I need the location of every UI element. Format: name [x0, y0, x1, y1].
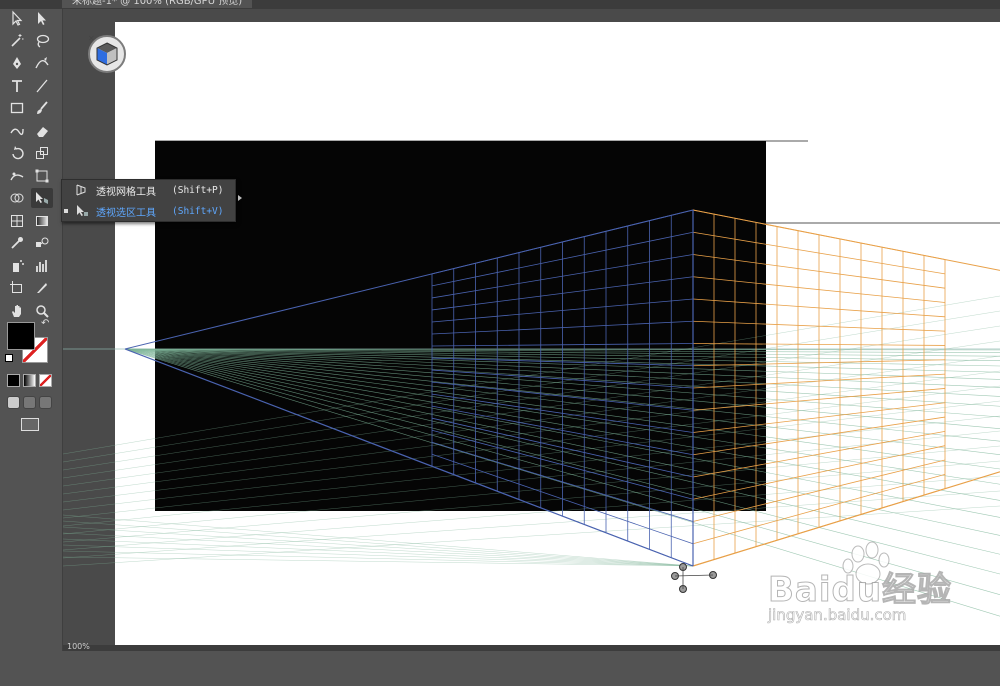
flyout-item-perspective-grid[interactable]: 透视网格工具 (Shift+P)	[62, 180, 235, 200]
black-rectangle[interactable]	[155, 141, 766, 511]
tool-flyout-menu: 透视网格工具 (Shift+P) 透视选区工具 (Shift+V)	[61, 179, 242, 222]
watermark: Baidu经验 jingyan.baidu.com	[767, 540, 1000, 630]
widget-close-icon[interactable]: ✕	[88, 34, 95, 43]
status-bar: 100%	[63, 643, 1000, 651]
perspective-grid-icon	[75, 183, 89, 197]
ground-grid-line	[62, 544, 694, 567]
flyout-item-label: 透视选区工具	[96, 207, 156, 219]
watermark-url: jingyan.baidu.com	[768, 606, 907, 625]
watermark-brand: Baidu经验	[767, 570, 953, 611]
cube-icon	[96, 42, 118, 66]
grid-handle-stem	[674, 574, 714, 577]
flyout-item-shortcut: (Shift+V)	[172, 205, 224, 217]
ground-grid-line	[62, 532, 694, 567]
flyout-tearoff-arrow-icon[interactable]	[238, 195, 242, 201]
stroke-inner	[49, 670, 65, 686]
ground-grid-line	[62, 538, 694, 567]
ground-grid-line	[62, 520, 694, 567]
flyout-item-label: 透视网格工具	[96, 186, 156, 198]
selected-bullet-icon	[64, 209, 68, 213]
perspective-selection-icon	[75, 204, 89, 218]
plane-switching-widget[interactable]: ✕	[88, 34, 126, 73]
flyout-item-shortcut: (Shift+P)	[172, 184, 224, 196]
zoom-level[interactable]: 100%	[67, 643, 90, 651]
flyout-item-perspective-selection[interactable]: 透视选区工具 (Shift+V)	[62, 201, 235, 221]
